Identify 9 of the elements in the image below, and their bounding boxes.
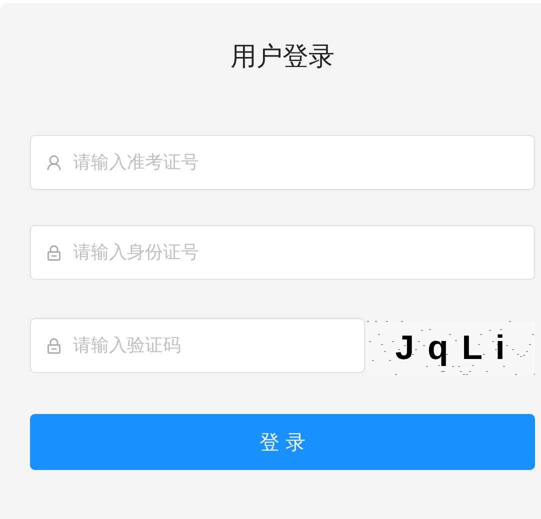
captcha-code: J q L i xyxy=(395,329,507,368)
captcha-image[interactable]: J q L i xyxy=(367,321,535,376)
page-title: 用户登录 xyxy=(230,41,334,74)
lock-icon xyxy=(47,338,61,354)
input-field[interactable]: 请输入验证码 xyxy=(30,318,365,373)
input-field[interactable]: 请输入准考证号 xyxy=(30,135,535,190)
input-field[interactable]: 请输入身份证号 xyxy=(30,225,535,280)
lock-icon xyxy=(47,245,61,261)
user-icon xyxy=(47,155,61,171)
